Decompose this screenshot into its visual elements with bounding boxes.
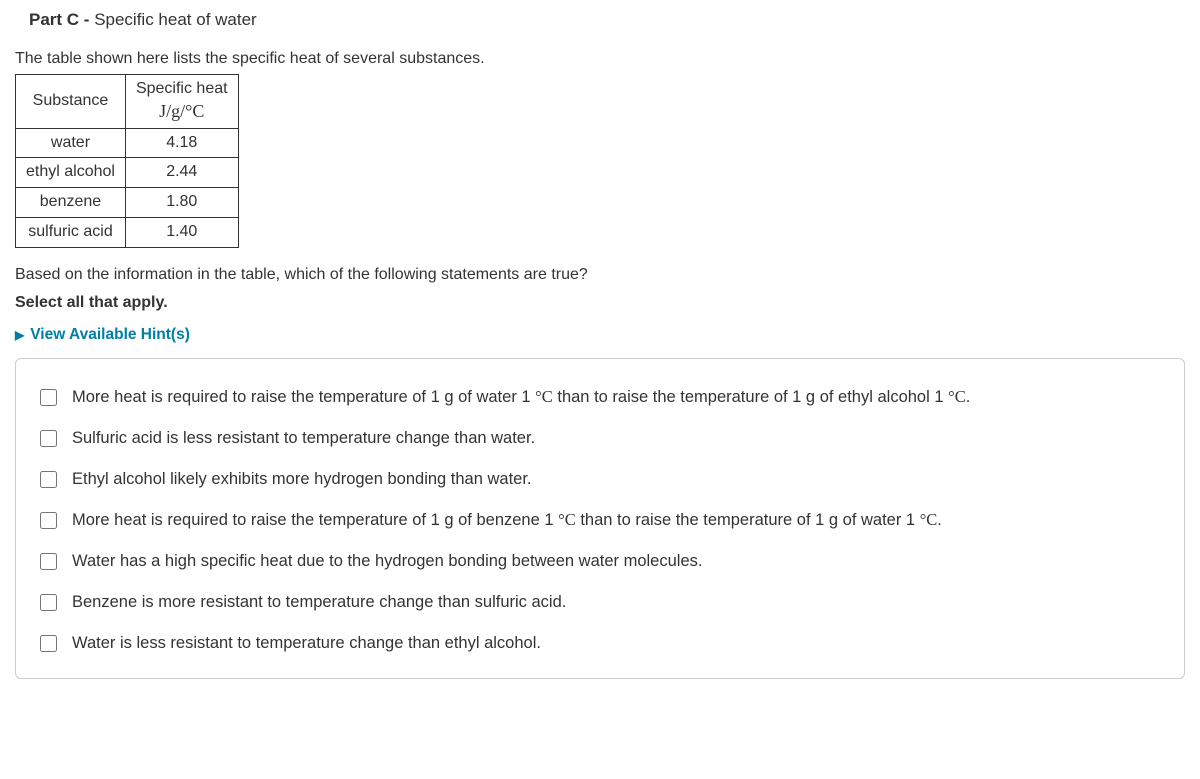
col-specific-heat: Specific heat J/g/°C bbox=[125, 75, 238, 129]
heat-label: Specific heat bbox=[136, 80, 228, 97]
option-label: Benzene is more resistant to temperature… bbox=[72, 593, 566, 612]
cell-substance: ethyl alcohol bbox=[16, 158, 126, 188]
answer-options-box: More heat is required to raise the tempe… bbox=[15, 358, 1185, 679]
option-checkbox[interactable] bbox=[40, 389, 57, 406]
option-checkbox[interactable] bbox=[40, 635, 57, 652]
intro-text: The table shown here lists the specific … bbox=[15, 50, 1185, 68]
chevron-right-icon: ▶ bbox=[15, 328, 24, 342]
option-checkbox[interactable] bbox=[40, 553, 57, 570]
table-row: water 4.18 bbox=[16, 128, 239, 158]
option-checkbox[interactable] bbox=[40, 430, 57, 447]
table-row: benzene 1.80 bbox=[16, 188, 239, 218]
option-label: Sulfuric acid is less resistant to tempe… bbox=[72, 429, 535, 448]
cell-value: 1.40 bbox=[125, 217, 238, 247]
option-label: More heat is required to raise the tempe… bbox=[72, 387, 970, 407]
part-subtitle: Specific heat of water bbox=[94, 10, 257, 29]
instruction-text: Select all that apply. bbox=[15, 294, 1185, 312]
table-header-row: Substance Specific heat J/g/°C bbox=[16, 75, 239, 129]
option-row[interactable]: More heat is required to raise the tempe… bbox=[36, 377, 1164, 418]
part-title: Part C - Specific heat of water bbox=[15, 10, 1185, 30]
question-text: Based on the information in the table, w… bbox=[15, 266, 1185, 284]
col-substance: Substance bbox=[16, 75, 126, 129]
view-hints-toggle[interactable]: ▶ View Available Hint(s) bbox=[15, 326, 190, 344]
option-label: Water is less resistant to temperature c… bbox=[72, 634, 541, 653]
option-label: Water has a high specific heat due to th… bbox=[72, 552, 702, 571]
hints-label: View Available Hint(s) bbox=[30, 326, 190, 344]
option-row[interactable]: Water is less resistant to temperature c… bbox=[36, 623, 1164, 664]
cell-substance: benzene bbox=[16, 188, 126, 218]
table-row: sulfuric acid 1.40 bbox=[16, 217, 239, 247]
question-container: Part C - Specific heat of water The tabl… bbox=[0, 0, 1200, 699]
heat-unit: J/g/°C bbox=[159, 101, 204, 121]
cell-substance: sulfuric acid bbox=[16, 217, 126, 247]
specific-heat-table: Substance Specific heat J/g/°C water 4.1… bbox=[15, 74, 239, 248]
option-row[interactable]: Sulfuric acid is less resistant to tempe… bbox=[36, 418, 1164, 459]
option-row[interactable]: More heat is required to raise the tempe… bbox=[36, 500, 1164, 541]
option-row[interactable]: Benzene is more resistant to temperature… bbox=[36, 582, 1164, 623]
table-row: ethyl alcohol 2.44 bbox=[16, 158, 239, 188]
cell-value: 2.44 bbox=[125, 158, 238, 188]
cell-value: 1.80 bbox=[125, 188, 238, 218]
option-row[interactable]: Water has a high specific heat due to th… bbox=[36, 541, 1164, 582]
option-checkbox[interactable] bbox=[40, 512, 57, 529]
part-label: Part C - bbox=[29, 10, 94, 29]
option-checkbox[interactable] bbox=[40, 471, 57, 488]
option-label: More heat is required to raise the tempe… bbox=[72, 510, 942, 530]
option-label: Ethyl alcohol likely exhibits more hydro… bbox=[72, 470, 532, 489]
cell-value: 4.18 bbox=[125, 128, 238, 158]
cell-substance: water bbox=[16, 128, 126, 158]
option-checkbox[interactable] bbox=[40, 594, 57, 611]
option-row[interactable]: Ethyl alcohol likely exhibits more hydro… bbox=[36, 459, 1164, 500]
